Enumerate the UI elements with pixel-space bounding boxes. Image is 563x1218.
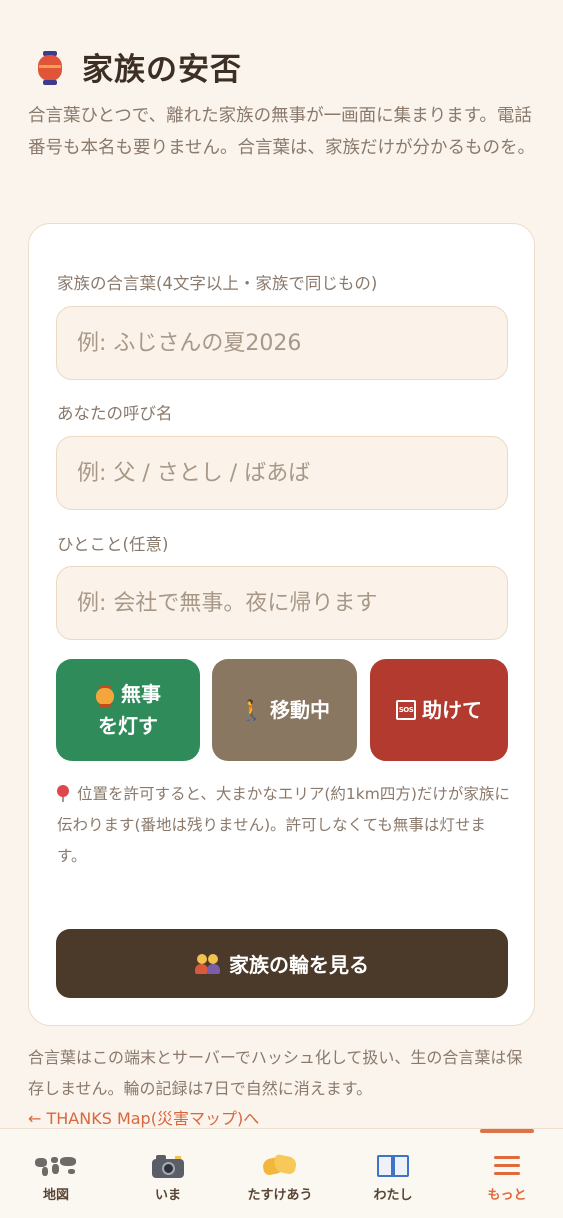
passphrase-label: 家族の合言葉(4文字以上・家族で同じもの)	[57, 274, 378, 293]
tab-me-label: わたし	[373, 1188, 413, 1203]
tab-map-label: 地図	[42, 1188, 69, 1203]
view-family-ring-button[interactable]: 家族の輪を見る	[56, 929, 508, 998]
family-icon	[195, 953, 221, 975]
red-lantern-icon	[30, 47, 70, 87]
walking-person-icon: 🚶	[239, 698, 264, 722]
page-title: 家族の安否	[82, 52, 242, 88]
location-note-text: 位置を許可すると、大まかなエリア(約1km四方)だけが家族に伝わります(番地は残…	[57, 785, 510, 865]
pin-icon	[57, 785, 69, 802]
help-button-label: 助けて	[422, 698, 482, 722]
safe-button-label-line1: 無事	[121, 682, 161, 706]
moving-button[interactable]: 🚶 移動中	[212, 659, 357, 761]
safety-form-card: 家族の合言葉(4文字以上・家族で同じもの) あなたの呼び名 ひとこと(任意) 無…	[28, 223, 535, 1026]
lantern-icon	[95, 684, 115, 707]
tab-help-each-other[interactable]: たすけあう	[224, 1129, 336, 1218]
book-icon	[376, 1153, 410, 1179]
view-family-ring-label: 家族の輪を見る	[229, 953, 369, 977]
name-label: あなたの呼び名	[57, 404, 173, 423]
sos-icon: SOS	[396, 700, 416, 720]
passphrase-input[interactable]	[56, 306, 508, 380]
page-header: 家族の安否	[30, 44, 242, 89]
bottom-tab-bar: 地図 いま たすけあう わたし もっと	[0, 1128, 563, 1218]
safe-button[interactable]: 無事 を灯す	[56, 659, 200, 761]
tab-me[interactable]: わたし	[337, 1129, 449, 1218]
intro-text: 合言葉ひとつで、離れた家族の無事が一画面に集まります。電話番号も本名も要りません…	[28, 106, 535, 158]
family-safety-page: 家族の安否 合言葉ひとつで、離れた家族の無事が一画面に集まります。電話番号も本名…	[0, 0, 563, 1218]
world-map-icon	[35, 1155, 77, 1177]
tab-help-each-other-label: たすけあう	[247, 1188, 313, 1203]
moving-button-label: 移動中	[269, 698, 330, 722]
handshake-icon	[261, 1153, 298, 1179]
back-to-map-link[interactable]: ← THANKS Map(災害マップ)へ	[28, 1105, 259, 1129]
help-button[interactable]: SOS 助けて	[370, 659, 508, 761]
location-note: 位置を許可すると、大まかなエリア(約1km四方)だけが家族に伝わります(番地は残…	[57, 779, 513, 872]
name-input[interactable]	[56, 436, 508, 510]
privacy-note: 合言葉はこの端末とサーバーでハッシュ化して扱い、生の合言葉は保存しません。輪の記…	[28, 1048, 523, 1098]
menu-icon	[494, 1155, 520, 1177]
tab-more-label: もっと	[487, 1188, 527, 1203]
safe-button-label-line2: を灯す	[98, 714, 158, 738]
message-input[interactable]	[56, 566, 508, 640]
tab-now-label: いま	[154, 1188, 181, 1203]
message-label: ひとこと(任意)	[57, 535, 169, 554]
tab-now[interactable]: いま	[112, 1129, 224, 1218]
camera-icon	[152, 1154, 184, 1178]
tab-map[interactable]: 地図	[0, 1129, 112, 1218]
tab-more[interactable]: もっと	[451, 1129, 563, 1218]
